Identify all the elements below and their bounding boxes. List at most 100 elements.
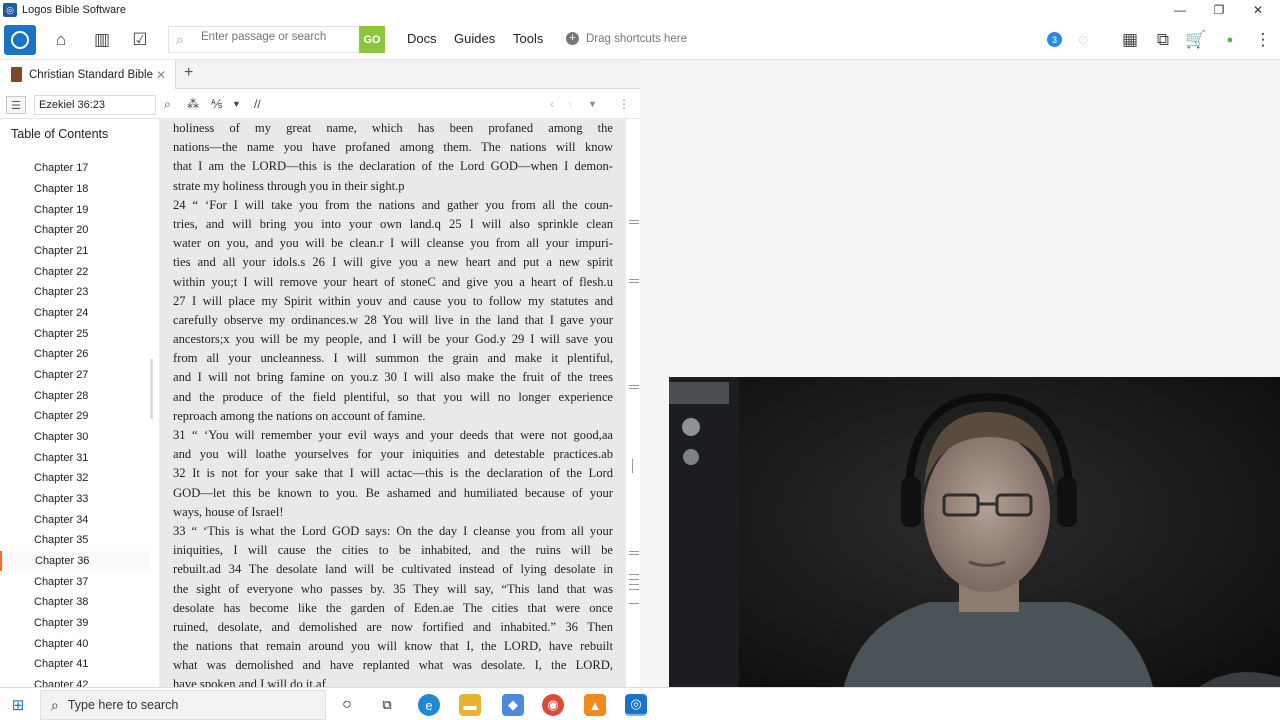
toc-chapter-item[interactable]: Chapter 38 [0, 592, 150, 613]
title-bar: ◎ Logos Bible Software — ❐ ✕ [0, 0, 1280, 20]
passage-line: reproach among the nations on account of… [173, 408, 426, 423]
new-tab-button[interactable]: + [184, 64, 193, 82]
restore-icon[interactable]: ❐ [1199, 0, 1239, 20]
checklist-icon[interactable]: ☑ [127, 28, 153, 52]
toc-chapter-item[interactable]: Chapter 23 [0, 282, 150, 303]
open-external-icon[interactable]: ⧉ [1150, 28, 1176, 52]
passage-line: GOD—let this be known to you. Be ashamed… [173, 485, 613, 500]
windows-start-icon[interactable]: ⊞ [8, 695, 28, 715]
text-filter-icon[interactable]: ⅍ [211, 97, 222, 111]
toc-chapter-item[interactable]: Chapter 28 [0, 385, 150, 406]
forward-icon[interactable]: › [568, 97, 572, 111]
store-icon[interactable]: ◆ [502, 694, 524, 716]
parallel-resources-button[interactable]: // [254, 97, 261, 111]
toc-chapter-item[interactable]: Chapter 20 [0, 220, 150, 241]
cart-icon[interactable]: 🛒 [1183, 28, 1209, 52]
toc-chapter-item[interactable]: Chapter 17 [0, 158, 150, 179]
home-icon[interactable]: ⌂ [48, 28, 74, 52]
passage-line: water on you, and you will be clean.r I … [173, 236, 613, 251]
toc-chapter-item[interactable]: Chapter 24 [0, 303, 150, 324]
toc-chapter-item[interactable]: Chapter 32 [0, 468, 150, 489]
search-input[interactable] [201, 31, 351, 43]
passage-line: strate my holiness through you in their … [173, 178, 405, 193]
sync-icon[interactable]: ◌ [1070, 28, 1096, 52]
toc-chapter-item[interactable]: Chapter 30 [0, 427, 150, 448]
passage-line: and I will not bring famine on you.z 30 … [173, 370, 613, 385]
toc-chapter-item[interactable]: Chapter 26 [0, 344, 150, 365]
edge-icon[interactable]: e [418, 694, 440, 716]
toc-chapter-item[interactable]: Chapter 22 [0, 261, 150, 282]
logos-app-icon: ◎ [3, 3, 17, 17]
filter-dropdown-icon[interactable]: ▼ [232, 99, 241, 109]
close-tab-icon[interactable]: ✕ [156, 68, 166, 82]
passage-line: ways, house of Israel! [173, 504, 284, 519]
toc-chapter-item[interactable]: Chapter 33 [0, 489, 150, 510]
toc-title: Table of Contents [11, 127, 109, 141]
toc-chapter-item[interactable]: Chapter 39 [0, 613, 150, 634]
passage-line: within you;t I will remove your heart of… [173, 274, 613, 289]
task-view-icon[interactable]: ⧉ [376, 694, 398, 716]
tab-christian-standard-bible[interactable]: Christian Standard Bible ✕ [0, 60, 176, 89]
passage-line: 33 “ ‘This is what the Lord GOD says: On… [173, 523, 613, 538]
menu-docs[interactable]: Docs [407, 31, 437, 46]
logos-home-button[interactable] [4, 25, 36, 55]
reader-scrollbar[interactable] [626, 119, 640, 687]
toc-chapter-item[interactable]: Chapter 18 [0, 179, 150, 200]
visual-filters-icon[interactable]: ⁂ [187, 97, 199, 111]
file-explorer-icon[interactable]: ▬ [459, 694, 481, 716]
layouts-icon[interactable]: ▦ [1117, 28, 1143, 52]
toc-chapter-item[interactable]: Chapter 19 [0, 199, 150, 220]
toc-chapter-item[interactable]: Chapter 25 [0, 323, 150, 344]
windows-taskbar: ⊞ ⌕ Type here to search ○ ⧉ e ▬ ◆ ◉ ▲ ◎ [0, 687, 1280, 720]
reference-input[interactable] [34, 95, 156, 115]
shortcuts-bar[interactable]: + Drag shortcuts here [566, 32, 687, 45]
passage-line: have spoken and I will do it.af [173, 677, 326, 687]
toc-chapter-item[interactable]: Chapter 31 [0, 447, 150, 468]
passage-line: what was demolished and have replanted w… [173, 658, 613, 673]
toc-chapter-item[interactable]: Chapter 42 [0, 675, 150, 687]
bible-text-reader: holiness of my great name, which has bee… [160, 119, 626, 687]
passage-line: the nations that remain around you will … [173, 639, 613, 654]
notification-badge[interactable]: 3 [1047, 32, 1062, 47]
toc-chapter-item[interactable]: Chapter 41 [0, 654, 150, 675]
passage-line: 31 “ ‘You will remember your evil ways a… [173, 428, 613, 442]
chrome-icon[interactable]: ◉ [542, 694, 564, 716]
taskbar-search[interactable]: ⌕ Type here to search [40, 690, 326, 720]
toc-chapter-item[interactable]: Chapter 37 [0, 571, 150, 592]
library-icon[interactable]: ▥ [89, 28, 115, 52]
toc-chapter-item[interactable]: Chapter 36 [0, 550, 150, 572]
toc-chapter-item[interactable]: Chapter 35 [0, 530, 150, 551]
passage-line: nations—the name you have profaned among… [173, 140, 613, 155]
passage-line: 24 “ ‘For I will take you from the natio… [173, 197, 613, 212]
toc-chapter-item[interactable]: Chapter 29 [0, 406, 150, 427]
toc-scrollbar[interactable] [150, 359, 153, 419]
toc-chapter-item[interactable]: Chapter 34 [0, 509, 150, 530]
toc-chapter-item[interactable]: Chapter 21 [0, 241, 150, 262]
passage-line: iniquities, I will cause the cities to b… [173, 543, 613, 558]
search-icon: ⌕ [176, 32, 184, 47]
search-in-resource-icon[interactable]: ⌕ [164, 97, 171, 112]
go-button[interactable]: GO [359, 26, 385, 53]
toc-chapter-item[interactable]: Chapter 27 [0, 365, 150, 386]
minimize-icon[interactable]: — [1160, 0, 1200, 20]
passage-line: ruined, desolate, and demolished are now… [173, 619, 613, 634]
vlc-icon[interactable]: ▲ [584, 694, 606, 716]
logos-icon [11, 31, 29, 49]
window-title: Logos Bible Software [22, 4, 126, 16]
account-icon[interactable]: ● [1217, 28, 1243, 52]
more-menu-icon[interactable]: ⋮ [1250, 28, 1276, 52]
logos-taskbar-icon[interactable]: ◎ [625, 694, 647, 716]
toc-toggle-button[interactable]: ☰ [6, 96, 26, 114]
reader-scroll-thumb[interactable] [632, 459, 633, 473]
tab-bar: Christian Standard Bible ✕ + [0, 60, 640, 89]
close-window-icon[interactable]: ✕ [1238, 0, 1278, 20]
toc-chapter-item[interactable]: Chapter 40 [0, 633, 150, 654]
passage-line: ancestors;x you will be my people, and I… [173, 332, 613, 347]
menu-guides[interactable]: Guides [454, 31, 495, 46]
back-icon[interactable]: ‹ [550, 97, 554, 111]
cortana-icon[interactable]: ○ [336, 694, 358, 716]
menu-tools[interactable]: Tools [513, 31, 543, 46]
passage-line: tries, and will bring you into your own … [173, 216, 613, 231]
panel-menu-icon[interactable]: ⋮ [618, 97, 630, 111]
history-dropdown-icon[interactable]: ▼ [588, 99, 597, 109]
